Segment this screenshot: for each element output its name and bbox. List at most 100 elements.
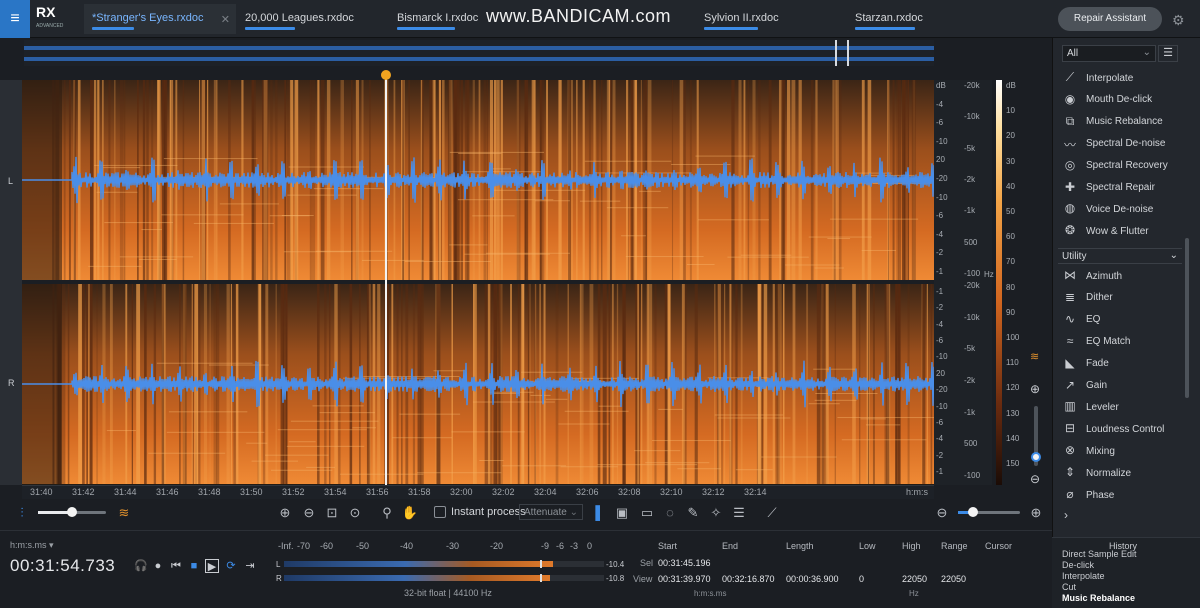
meter-scale-label: -60 [320,541,334,551]
brush-tool-icon[interactable]: ✎ [683,503,703,523]
repair-assistant-button[interactable]: Repair Assistant [1058,7,1162,31]
db-scale-label: 20 [936,155,945,165]
view-low-frequency[interactable]: 0 [859,574,864,584]
go-to-start-button[interactable]: ⏮ [169,559,183,573]
spectrogram-settings-icon[interactable]: ≋ [1030,350,1039,363]
view-frequency-range[interactable]: 22050 [941,574,966,584]
module-filter-select[interactable]: All ⌄ [1062,45,1156,62]
history-item[interactable]: Cut [1062,582,1076,592]
zoom-tool-icon[interactable]: ⚲ [377,503,397,523]
module-leveler[interactable]: ▥ Leveler [1060,397,1180,417]
history-item[interactable]: Music Rebalance [1062,593,1135,603]
tab-starzan[interactable]: Starzan.rxdoc [847,4,993,34]
module-music-rebalance[interactable]: ⧉ Music Rebalance [1060,112,1180,132]
overview-view-region[interactable] [835,40,849,66]
settings-icon[interactable]: ⚙ [1172,12,1185,29]
time-selection-tool-icon[interactable]: ▌ [590,503,610,523]
zoom-in-horizontal-icon[interactable]: ⊕ [1026,503,1046,523]
waveform-view-icon[interactable]: ⫶ [12,503,32,523]
module-eq[interactable]: ∿ EQ [1060,310,1180,330]
history-item[interactable]: Direct Sample Edit [1062,549,1137,559]
harmonic-selection-tool-icon[interactable]: ☰ [729,503,749,523]
waveform-overview[interactable] [24,40,934,66]
zoom-out-vertical-icon[interactable]: ⊖ [1030,472,1040,486]
hand-tool-icon[interactable]: ✋ [400,503,420,523]
vertical-zoom-knob[interactable] [1031,452,1041,462]
app-menu-icon[interactable]: ≡ [0,0,30,38]
module-fade[interactable]: ◣ Fade [1060,354,1180,374]
module-dither[interactable]: ≣ Dither [1060,288,1180,308]
module-loudness-control[interactable]: ⊟ Loudness Control [1060,419,1180,439]
zoom-out-horizontal-icon[interactable]: ⊖ [932,503,952,523]
voice-denoise-icon: ◍ [1064,201,1076,216]
magic-wand-tool-icon[interactable]: ✧ [706,503,726,523]
waveform-spectrogram-blend-slider[interactable] [38,507,106,517]
view-end[interactable]: 00:32:16.870 [722,574,775,584]
tab-20000-leagues[interactable]: 20,000 Leagues.rxdoc [237,4,383,34]
close-tab-icon[interactable]: ✕ [221,13,230,26]
module-spectral-recovery[interactable]: ◎ Spectral Recovery [1060,156,1180,176]
playhead-cursor[interactable] [385,72,387,485]
zoom-slider-knob[interactable] [968,507,978,517]
history-item[interactable]: De-click [1062,560,1094,570]
module-list-scrollbar[interactable] [1185,238,1189,398]
tab-strangers-eyes[interactable]: *Stranger's Eyes.rxdoc ✕ [84,4,236,34]
view-start[interactable]: 00:31:39.970 [658,574,711,584]
view-length[interactable]: 00:00:36.900 [786,574,839,584]
module-spectral-denoise[interactable]: 〰 Spectral De-noise [1060,134,1180,154]
time-format-select[interactable]: h:m:s.ms ▾ [10,540,54,551]
tab-label: 20,000 Leagues.rxdoc [245,12,354,24]
module-eq-match[interactable]: ≈ EQ Match [1060,332,1180,352]
chevron-right-icon[interactable]: › [1064,508,1068,522]
module-spectral-repair[interactable]: ✚ Spectral Repair [1060,178,1180,198]
module-normalize[interactable]: ⇕ Normalize [1060,463,1180,483]
blend-slider-knob[interactable] [67,507,77,517]
zoom-in-vertical-icon[interactable]: ⊕ [1030,382,1040,396]
spectrogram-canvas[interactable] [22,80,934,485]
intensity-scale-label: 20 [1006,131,1015,141]
db-scale-label: -1 [936,287,944,296]
zoom-to-selection-icon[interactable]: ⊡ [322,503,342,523]
header-length: Length [786,541,814,551]
play-button[interactable]: ▶ [205,559,219,573]
record-button[interactable]: ● [151,559,165,573]
spectrogram-view-icon[interactable]: ≋ [114,503,134,523]
module-interpolate[interactable]: ⟋ Interpolate [1060,68,1180,88]
zoom-in-time-icon[interactable]: ⊕ [275,503,295,523]
module-mixing[interactable]: ⊗ Mixing [1060,441,1180,461]
module-phase[interactable]: ⌀ Phase [1060,485,1180,505]
lasso-tool-icon[interactable]: ◌ [660,503,680,523]
history-item[interactable]: Interpolate [1062,571,1105,581]
module-voice-denoise[interactable]: ◍ Voice De-noise [1060,199,1180,219]
instant-process-mode-select[interactable]: Attenuate ⌄ [519,504,583,520]
left-channel-label[interactable]: L [8,176,13,186]
stop-button[interactable]: ■ [187,559,201,573]
playhead-handle[interactable] [381,70,391,80]
headphones-icon[interactable]: 🎧 [134,559,148,573]
play-selection-button[interactable]: ⇥ [243,559,257,573]
instant-process-checkbox[interactable] [434,506,446,518]
spectrogram-view[interactable] [22,80,934,485]
spectral-denoise-icon: 〰 [1063,137,1076,152]
frequency-selection-tool-icon[interactable]: ▣ [612,503,632,523]
utility-category-header[interactable]: Utility ⌄ [1058,248,1182,264]
module-list-menu-icon[interactable]: ☰ [1158,45,1178,62]
loop-button[interactable]: ⟳ [224,559,238,573]
tab-sylvion[interactable]: Sylvion II.rxdoc [696,4,842,34]
zoom-out-time-icon[interactable]: ⊖ [299,503,319,523]
module-wow-flutter[interactable]: ❂ Wow & Flutter [1060,221,1180,241]
selection-start[interactable]: 00:31:45.196 [658,558,711,568]
module-azimuth[interactable]: ⋈ Azimuth [1060,266,1180,286]
time-frequency-selection-tool-icon[interactable]: ▭ [637,503,657,523]
horizontal-zoom-slider[interactable] [958,507,1020,517]
draw-waveform-tool-icon[interactable]: ⟋ [762,503,782,523]
header-low: Low [859,541,876,551]
module-mouth-declick[interactable]: ◉ Mouth De-click [1060,90,1180,110]
view-high-frequency[interactable]: 22050 [902,574,927,584]
app-logo[interactable]: ≡ RX ADVANCED [0,0,70,38]
right-channel-label[interactable]: R [8,378,15,388]
zoom-fit-icon[interactable]: ⊙ [345,503,365,523]
module-gain[interactable]: ↗ Gain [1060,376,1180,396]
mouth-declick-icon: ◉ [1064,91,1076,106]
time-ruler[interactable]: 31:40 31:42 31:44 31:46 31:48 31:50 31:52 31:54… [22,485,934,499]
